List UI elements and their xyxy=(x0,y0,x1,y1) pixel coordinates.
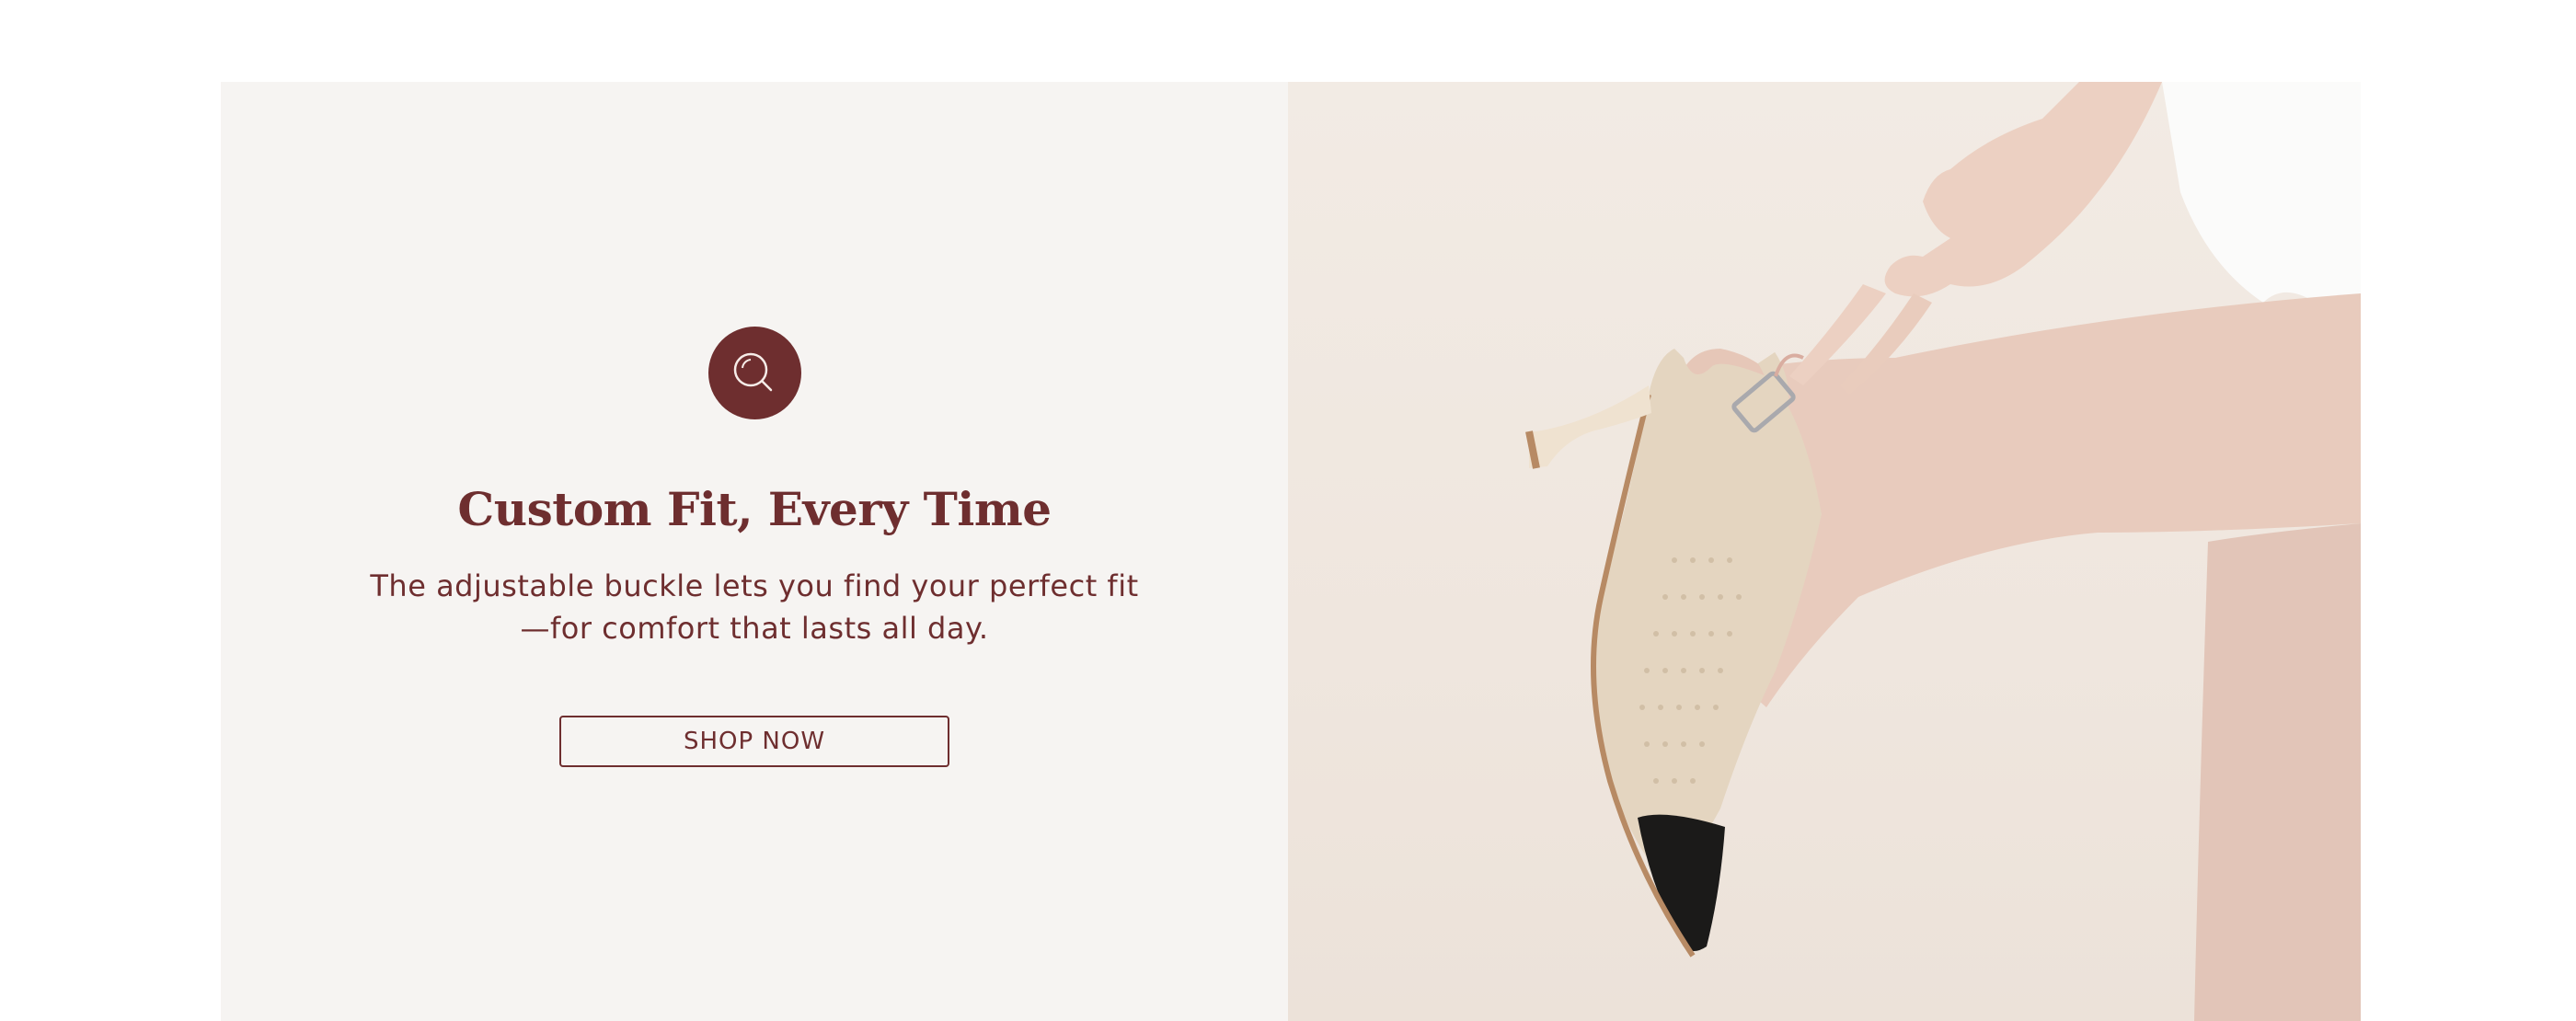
feature-banner: Custom Fit, Every Time The adjustable bu… xyxy=(221,82,2361,1021)
product-photo xyxy=(1288,82,2361,1021)
shoe-photo-illustration xyxy=(1525,82,2361,1021)
text-panel: Custom Fit, Every Time The adjustable bu… xyxy=(221,82,1288,1021)
banner-heading: Custom Fit, Every Time xyxy=(457,482,1052,536)
shop-now-button[interactable]: SHOP NOW xyxy=(559,716,949,767)
text-content: Custom Fit, Every Time The adjustable bu… xyxy=(221,327,1288,767)
banner-description: The adjustable buckle lets you find your… xyxy=(370,568,1139,646)
magnifier-icon xyxy=(707,327,801,419)
